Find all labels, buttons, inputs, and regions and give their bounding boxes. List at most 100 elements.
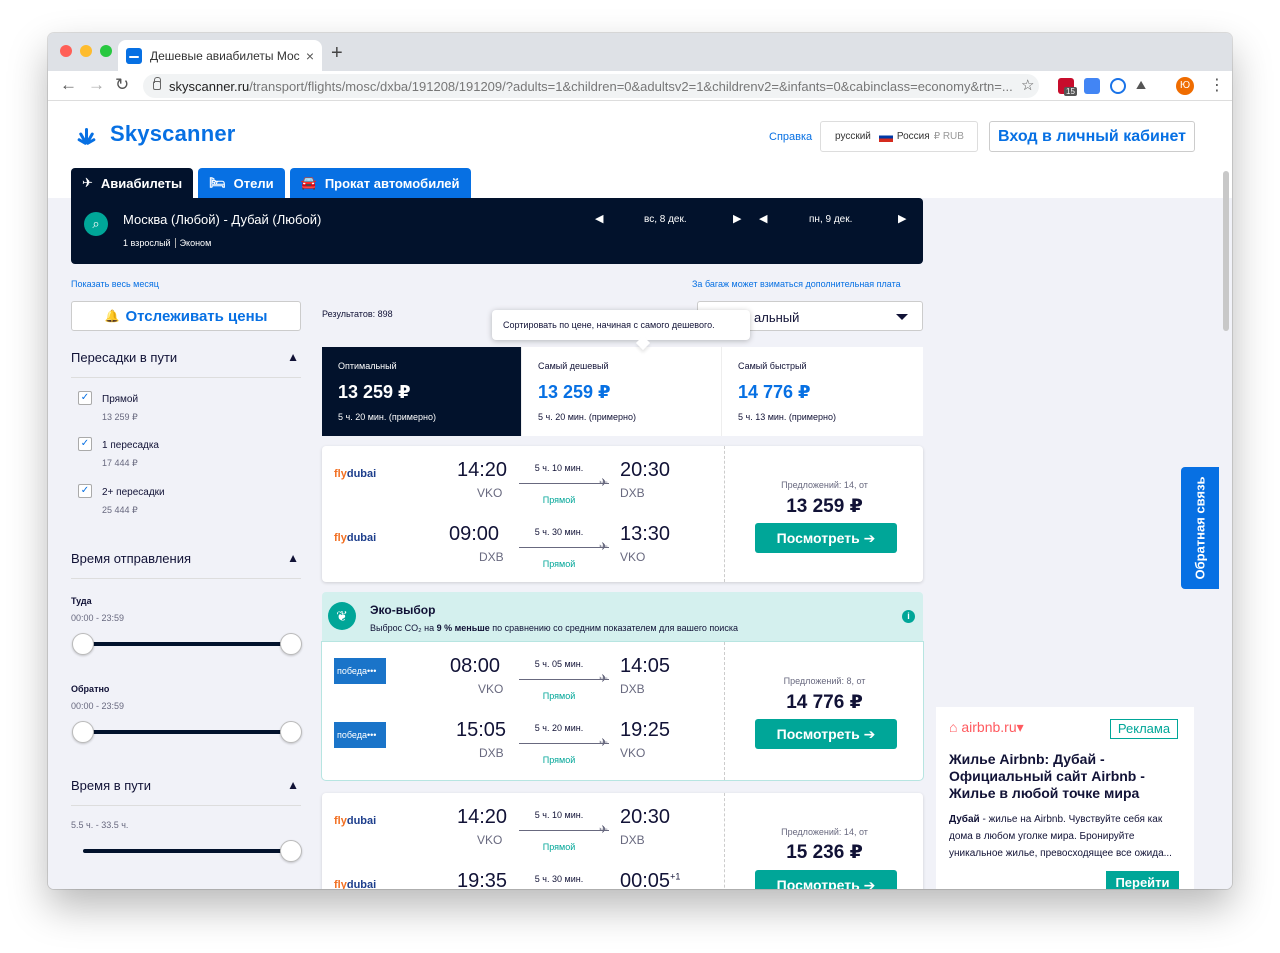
view-button[interactable]: Посмотреть ➔ (755, 523, 897, 553)
eco-title: Эко-выбор (370, 603, 436, 617)
address-bar[interactable]: skyscanner.ru/transport/flights/mosc/dxb… (143, 74, 1039, 98)
help-link[interactable]: Справка (769, 131, 812, 143)
departure-title: Время отправления (71, 551, 192, 566)
profile-avatar[interactable]: Ю (1176, 77, 1194, 95)
track-prices-button[interactable]: 🔔 Отслеживать цены (71, 301, 301, 331)
stops-direct-price: 13 259 ₽ (102, 412, 138, 422)
duration-slider[interactable] (83, 840, 302, 862)
tab-hotels[interactable]: 🛏 Отели (198, 168, 285, 198)
airline-logo-pobeda: победа••• (334, 722, 386, 748)
stops-title: Пересадки в пути (71, 350, 178, 365)
mountain-extension-icon[interactable]: ⛰ (1136, 78, 1146, 94)
browser-window: Дешевые авиабилеты Москва × + ← → ↻ skys… (48, 33, 1232, 889)
baggage-link[interactable]: За багаж может взиматься дополнительная … (692, 279, 901, 289)
outbound-slider-min-handle[interactable] (72, 633, 94, 655)
leg-duration: 5 ч. 30 мин. (534, 527, 584, 537)
airline-logo-flydubai: flydubai (334, 815, 377, 827)
sort-tab-duration: 5 ч. 20 мин. (примерно) (538, 412, 636, 422)
browser-tab[interactable]: Дешевые авиабилеты Москва × (118, 40, 322, 71)
stops-direct-checkbox[interactable]: ✓ (78, 391, 92, 405)
flight-card[interactable]: flydubai 14:20 VKO 5 ч. 10 мин. ✈ Прямой… (322, 446, 923, 582)
search-icon[interactable]: ⌕ (84, 212, 108, 236)
leg-stops: Прямой (542, 842, 576, 852)
leg-arrival-airport: VKO (620, 550, 646, 564)
stops-one-checkbox[interactable]: ✓ (78, 437, 92, 451)
offers-count: Предложений: 14, от (781, 827, 868, 837)
maximize-window-button[interactable] (100, 45, 112, 57)
stops-section-header[interactable]: Пересадки в пути ▲ (71, 350, 301, 378)
chevron-up-icon: ▲ (287, 778, 299, 792)
leg-stops: Прямой (542, 755, 576, 765)
locale-selector[interactable]: русский Россия ₽ RUB (820, 121, 978, 152)
new-tab-button[interactable]: + (331, 42, 343, 65)
view-button[interactable]: Посмотреть ➔ (755, 719, 897, 749)
price: 15 236 ₽ (786, 842, 863, 863)
leg-duration: 5 ч. 20 мин. (534, 723, 584, 733)
depart-date[interactable]: вс, 8 дек. (644, 214, 687, 225)
minimize-window-button[interactable] (80, 45, 92, 57)
browser-menu-icon[interactable]: ⋮ (1209, 75, 1225, 95)
return-slider-max-handle[interactable] (280, 721, 302, 743)
ad-tag: Реклама (1110, 719, 1178, 739)
search-summary[interactable]: ⌕ Москва (Любой) - Дубай (Любой) 1 взрос… (71, 198, 923, 264)
return-label: Обратно (71, 684, 110, 694)
skyscanner-favicon-icon (126, 47, 142, 64)
page-scrollbar[interactable] (1223, 171, 1229, 331)
sort-tab-fastest[interactable]: Самый быстрый 14 776 ₽ 5 ч. 13 мин. (при… (722, 347, 922, 436)
leg-arrival-airport: VKO (620, 746, 646, 760)
duration-slider-handle[interactable] (280, 840, 302, 862)
outbound-slider[interactable] (72, 633, 302, 655)
back-icon[interactable]: ← (60, 75, 77, 95)
return-slider[interactable] (72, 721, 302, 743)
return-next-icon[interactable]: ▶ (898, 212, 906, 225)
tab-flights[interactable]: ✈ Авиабилеты (71, 168, 194, 198)
close-window-button[interactable] (60, 45, 72, 57)
tab-cars[interactable]: 🚘 Прокат автомобилей (289, 168, 471, 198)
tab-bar: Дешевые авиабилеты Москва × + (48, 33, 1232, 71)
return-prev-icon[interactable]: ◀ (759, 212, 767, 225)
stops-two-checkbox[interactable]: ✓ (78, 484, 92, 498)
language-label: русский (835, 131, 871, 142)
outbound-slider-max-handle[interactable] (280, 633, 302, 655)
leg-line (519, 743, 609, 744)
departure-section-header[interactable]: Время отправления ▲ (71, 551, 301, 579)
translate-extension-icon[interactable] (1084, 78, 1100, 94)
airline-logo-flydubai: flydubai (334, 879, 377, 889)
airline-logo-pobeda: победа••• (334, 658, 386, 684)
reload-icon[interactable]: ↻ (115, 75, 129, 95)
info-icon[interactable]: i (902, 610, 915, 623)
ad-title[interactable]: Жилье Airbnb: Дубай - Официальный сайт A… (949, 751, 1179, 802)
show-month-link[interactable]: Показать весь месяц (71, 279, 159, 289)
sort-tab-best[interactable]: Оптимальный 13 259 ₽ 5 ч. 20 мин. (приме… (322, 347, 522, 436)
duration-title: Время в пути (71, 778, 151, 793)
depart-prev-icon[interactable]: ◀ (595, 212, 603, 225)
bookmark-star-icon[interactable]: ☆ (1021, 76, 1034, 94)
feedback-button[interactable]: Обратная связь (1181, 467, 1219, 589)
depart-next-icon[interactable]: ▶ (733, 212, 741, 225)
duration-section-header[interactable]: Время в пути ▲ (71, 778, 301, 806)
airbnb-ad[interactable]: ⌂ airbnb.ru▾ Реклама Жилье Airbnb: Дубай… (936, 707, 1194, 889)
passengers-label: 1 взрослый Эконом (123, 238, 212, 248)
login-button[interactable]: Вход в личный кабинет (989, 121, 1195, 152)
leg-arrival-time: 00:05+1 (620, 870, 681, 889)
adblock-badge: 15 (1064, 87, 1077, 96)
return-slider-min-handle[interactable] (72, 721, 94, 743)
leg-departure-time: 08:00 (450, 655, 501, 677)
flight-legs: flydubai 14:20 VKO 5 ч. 10 мин. ✈ Прямой… (322, 446, 725, 582)
tab-close-icon[interactable]: × (306, 48, 314, 64)
route-label: Москва (Любой) - Дубай (Любой) (123, 212, 322, 227)
site-header: Skyscanner Справка русский Россия ₽ RUB … (48, 101, 1232, 198)
smile-extension-icon[interactable] (1110, 78, 1126, 94)
leg-departure-airport: VKO (477, 486, 503, 500)
sort-tab-cheapest[interactable]: Самый дешевый 13 259 ₽ 5 ч. 20 мин. (при… (522, 347, 722, 436)
skyscanner-logo[interactable]: Skyscanner (70, 121, 236, 147)
flight-card[interactable]: победа••• 08:00 VKO 5 ч. 05 мин. ✈ Прямо… (322, 642, 923, 780)
return-date[interactable]: пн, 9 дек. (809, 214, 852, 225)
view-button[interactable]: Посмотреть ➔ (755, 870, 897, 889)
plane-icon: ✈ (82, 175, 93, 190)
forward-icon[interactable]: → (88, 75, 105, 95)
russia-flag-icon (878, 131, 893, 142)
ad-go-button[interactable]: Перейти (1106, 871, 1179, 889)
airbnb-logo-icon: ⌂ airbnb.ru▾ (949, 719, 1024, 735)
flight-card[interactable]: flydubai 14:20 VKO 5 ч. 10 мин. ✈ Прямой… (322, 793, 923, 889)
